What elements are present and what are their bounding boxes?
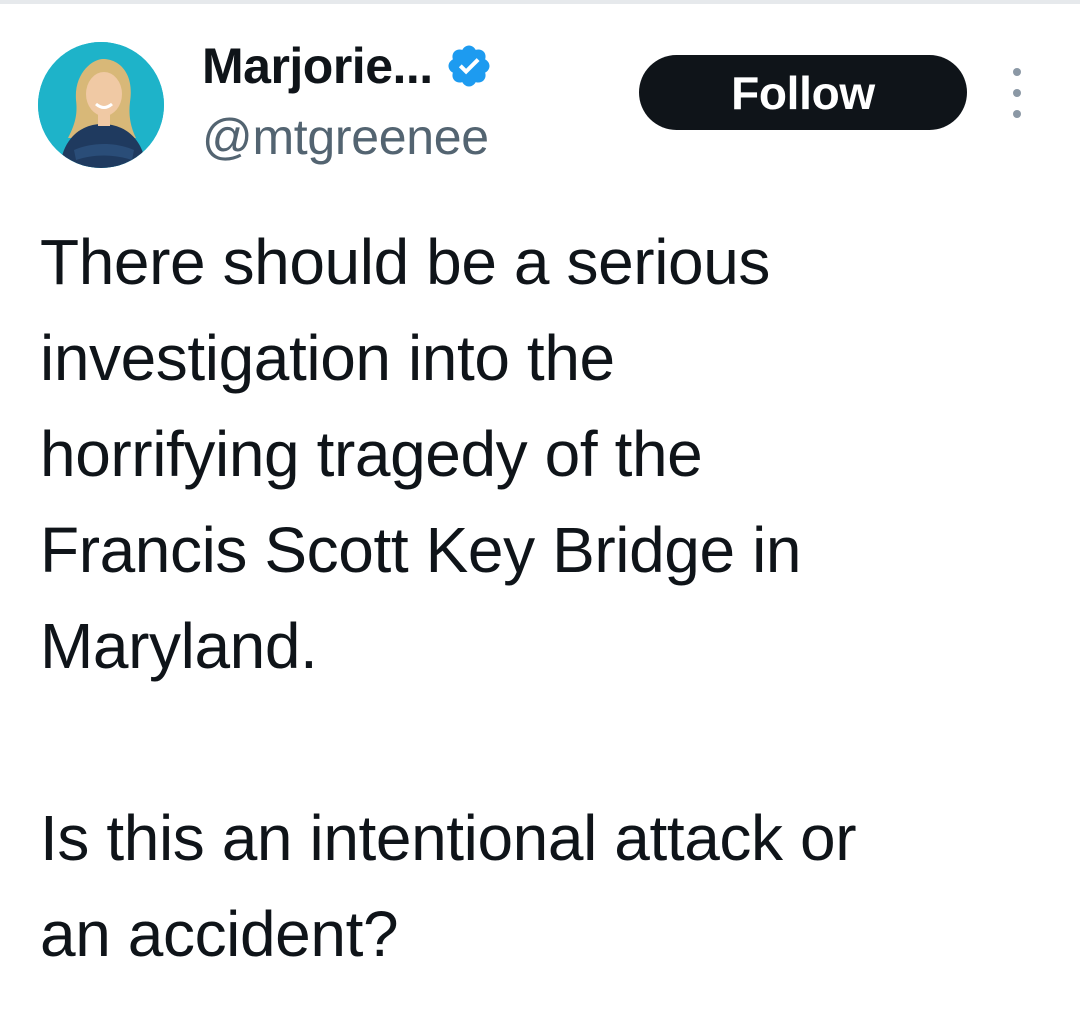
more-dot (1013, 89, 1021, 97)
tweet-card: Marjorie... @mtgreenee Follow There shou… (0, 0, 1080, 1033)
tweet-paragraph: Is this an intentional attack or an acci… (40, 802, 857, 970)
tweet-paragraph: There should be a serious investigation … (40, 226, 802, 682)
author-name-row: Marjorie... (202, 34, 493, 98)
tweet-text: There should be a serious investigation … (40, 214, 1050, 982)
follow-button[interactable]: Follow (639, 55, 967, 130)
verified-badge-icon (445, 42, 493, 90)
more-dot (1013, 68, 1021, 76)
avatar[interactable] (38, 42, 164, 168)
more-dot (1013, 110, 1021, 118)
author-display-name[interactable]: Marjorie... (202, 37, 433, 95)
more-vertical-icon[interactable] (1000, 68, 1034, 118)
author-handle[interactable]: @mtgreenee (202, 108, 489, 166)
profile-photo-icon (38, 42, 164, 168)
